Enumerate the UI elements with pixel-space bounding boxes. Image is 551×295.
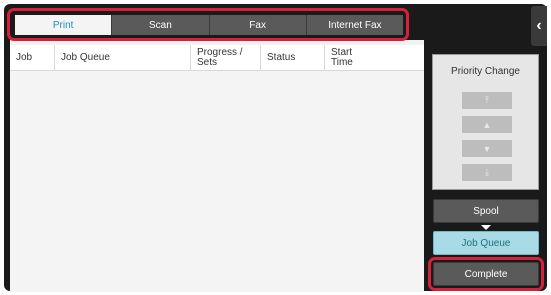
collapse-panel-button[interactable]: ‹ bbox=[531, 6, 547, 46]
job-type-tabs: Print Scan Fax Internet Fax bbox=[15, 15, 403, 35]
job-list-body bbox=[10, 71, 424, 292]
job-list-panel: Job Job Queue Progress / Sets Status Sta… bbox=[10, 40, 424, 292]
move-top-icon: ⤒ bbox=[485, 95, 489, 105]
arrow-down-icon bbox=[481, 225, 491, 230]
spool-button[interactable]: Spool bbox=[433, 199, 539, 223]
divider bbox=[424, 4, 432, 291]
column-start-time[interactable]: Start Time bbox=[324, 45, 372, 71]
job-queue-button[interactable]: Job Queue bbox=[433, 231, 539, 255]
tab-scan[interactable]: Scan bbox=[112, 15, 210, 35]
column-job-queue[interactable]: Job Queue bbox=[54, 45, 190, 71]
tab-internet-fax[interactable]: Internet Fax bbox=[306, 15, 403, 35]
move-bottom-icon: ⤓ bbox=[485, 167, 489, 177]
priority-change-title: Priority Change bbox=[451, 66, 520, 77]
move-down-button[interactable]: ▼ bbox=[462, 140, 512, 157]
move-up-button[interactable]: ▲ bbox=[462, 116, 512, 133]
chevron-left-icon: ‹ bbox=[536, 17, 542, 34]
tab-print[interactable]: Print bbox=[15, 15, 113, 35]
column-job[interactable]: Job bbox=[10, 45, 54, 71]
table-header: Job Job Queue Progress / Sets Status Sta… bbox=[10, 45, 424, 71]
tab-fax[interactable]: Fax bbox=[209, 15, 307, 35]
complete-button[interactable]: Complete bbox=[433, 262, 539, 286]
column-status[interactable]: Status bbox=[260, 45, 324, 71]
priority-change-panel: Priority Change ⤒ ▲ ▼ ⤓ bbox=[432, 54, 539, 190]
move-bottom-button[interactable]: ⤓ bbox=[462, 164, 512, 181]
move-up-icon: ▲ bbox=[482, 119, 492, 130]
move-down-icon: ▼ bbox=[482, 143, 492, 154]
move-top-button[interactable]: ⤒ bbox=[462, 92, 512, 109]
column-progress-sets[interactable]: Progress / Sets bbox=[190, 45, 260, 71]
